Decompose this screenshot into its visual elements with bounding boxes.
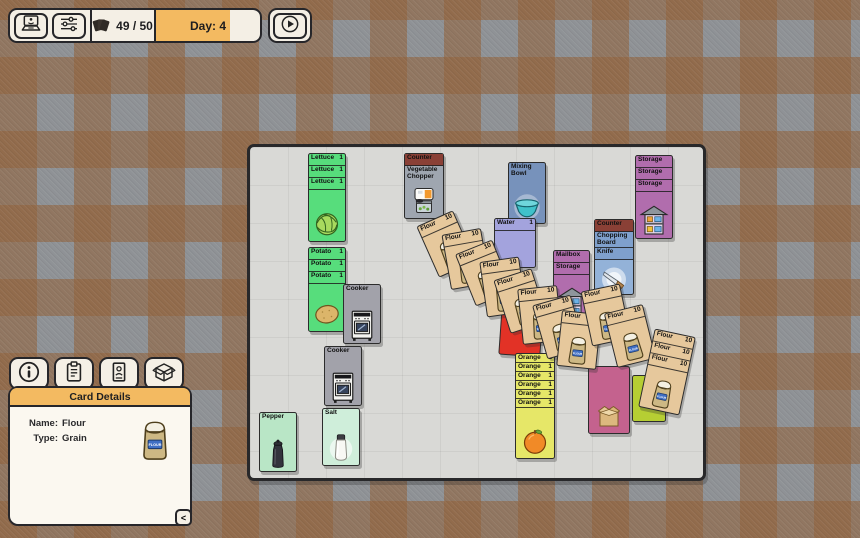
panel-title: Card Details xyxy=(10,388,190,407)
card-row: Orange1 xyxy=(516,399,554,408)
card-label: Cooker xyxy=(344,285,380,294)
card-row: Storage xyxy=(636,168,672,180)
flourbag-art: FLOUR xyxy=(644,374,680,413)
day-progress: Day: 4 xyxy=(154,8,262,43)
house-art xyxy=(639,204,669,237)
card-label: Vegetable Chopper xyxy=(405,166,443,182)
potato-art xyxy=(312,297,342,330)
card-row: Storage xyxy=(636,156,672,168)
orange-stack[interactable]: Orange1Orange1Orange1Orange1Orange1Orang… xyxy=(515,353,555,459)
collapse-panel-button[interactable]: < xyxy=(175,509,192,526)
card-row: Counter xyxy=(595,220,633,232)
card-row: Knife xyxy=(595,248,633,260)
field-type-label: Type: xyxy=(16,433,58,444)
counter-vegetable-chopper[interactable]: CounterVegetable Chopper xyxy=(404,153,444,219)
storage-stack[interactable]: StorageStorageStorage xyxy=(635,155,673,239)
chopper-art xyxy=(409,184,439,217)
card-label: Mixing Bowl xyxy=(509,163,545,179)
sliders-icon xyxy=(57,14,81,37)
mixing-bowl-card[interactable]: Mixing Bowl xyxy=(508,162,546,224)
card-row: Water1 xyxy=(495,219,535,231)
card-row: Orange1 xyxy=(516,381,554,390)
day-label: Day: 4 xyxy=(190,19,226,33)
card-details-panel: Card Details Name: Flour Type: Grain FLO… xyxy=(8,357,192,526)
pepper-art xyxy=(263,437,293,470)
play-button[interactable] xyxy=(273,13,307,39)
card-row: Counter xyxy=(405,154,443,166)
field-name-label: Name: xyxy=(16,418,58,429)
card-row: Storage xyxy=(636,180,672,192)
box-art xyxy=(594,402,624,432)
cooker-art xyxy=(328,371,358,404)
field-name-value: Flour xyxy=(62,418,86,429)
card-row: Lettuce1 xyxy=(309,154,345,166)
card-label: Pepper xyxy=(260,413,296,422)
card-label: Salt xyxy=(323,409,359,418)
lettuce-art xyxy=(312,207,342,240)
card-row: Chopping Board xyxy=(595,232,633,248)
field-type-value: Grain xyxy=(62,433,87,444)
pepper-card[interactable]: Pepper xyxy=(259,412,297,472)
svg-text:FLOUR: FLOUR xyxy=(149,443,162,447)
pack-icon xyxy=(152,360,176,387)
salt-card[interactable]: Salt xyxy=(322,408,360,466)
card-row: Lettuce1 xyxy=(309,178,345,190)
field-name: Name: Flour xyxy=(16,418,132,429)
cards-icon xyxy=(91,17,111,35)
app-root: 49 / 50 Day: 4 Lettuce1Lettuce1Lettuce1C… xyxy=(0,0,860,538)
card-row: Orange1 xyxy=(516,390,554,399)
card-label: Cooker xyxy=(325,347,361,356)
panel-content: Name: Flour Type: Grain FLOUR xyxy=(10,407,190,462)
card-row: Potato1 xyxy=(309,260,345,272)
deck-counter: 49 / 50 xyxy=(90,8,157,43)
orange-art xyxy=(520,424,550,457)
menu-button[interactable] xyxy=(14,13,48,39)
card-row: Orange1 xyxy=(516,363,554,372)
card-row: Potato1 xyxy=(309,248,345,260)
potato-stack[interactable]: Potato1Potato1Potato1 xyxy=(308,247,346,332)
cooker-card-1[interactable]: Cooker xyxy=(343,284,381,344)
topbar: 49 / 50 Day: 4 xyxy=(8,8,312,43)
card-row: Orange1 xyxy=(516,372,554,381)
recipe-icon xyxy=(107,360,131,387)
card-row: Potato1 xyxy=(309,272,345,284)
lettuce-stack[interactable]: Lettuce1Lettuce1Lettuce1 xyxy=(308,153,346,242)
flourbag-art: FLOUR xyxy=(614,326,651,365)
info-icon xyxy=(17,360,41,387)
card-row: Mailbox xyxy=(554,251,589,263)
play-group xyxy=(268,8,312,43)
card-fields: Name: Flour Type: Grain xyxy=(16,416,132,448)
cooker-card-2[interactable]: Cooker xyxy=(324,346,362,406)
card-row: Lettuce1 xyxy=(309,166,345,178)
field-type: Type: Grain xyxy=(16,433,132,444)
menu-group xyxy=(8,8,92,43)
clipboard-icon xyxy=(62,360,86,387)
cooker-art xyxy=(347,309,377,342)
card-row: Storage xyxy=(554,263,589,275)
deck-count: 49 / 50 xyxy=(116,19,153,33)
salt-art xyxy=(326,431,356,464)
play-icon xyxy=(278,14,302,37)
settings-button[interactable] xyxy=(52,13,86,39)
laptop-icon xyxy=(19,14,43,37)
panel-body: Card Details Name: Flour Type: Grain FLO… xyxy=(8,386,192,526)
pink-box-card[interactable] xyxy=(588,366,630,434)
flour-bag-art: FLOUR xyxy=(134,416,176,462)
